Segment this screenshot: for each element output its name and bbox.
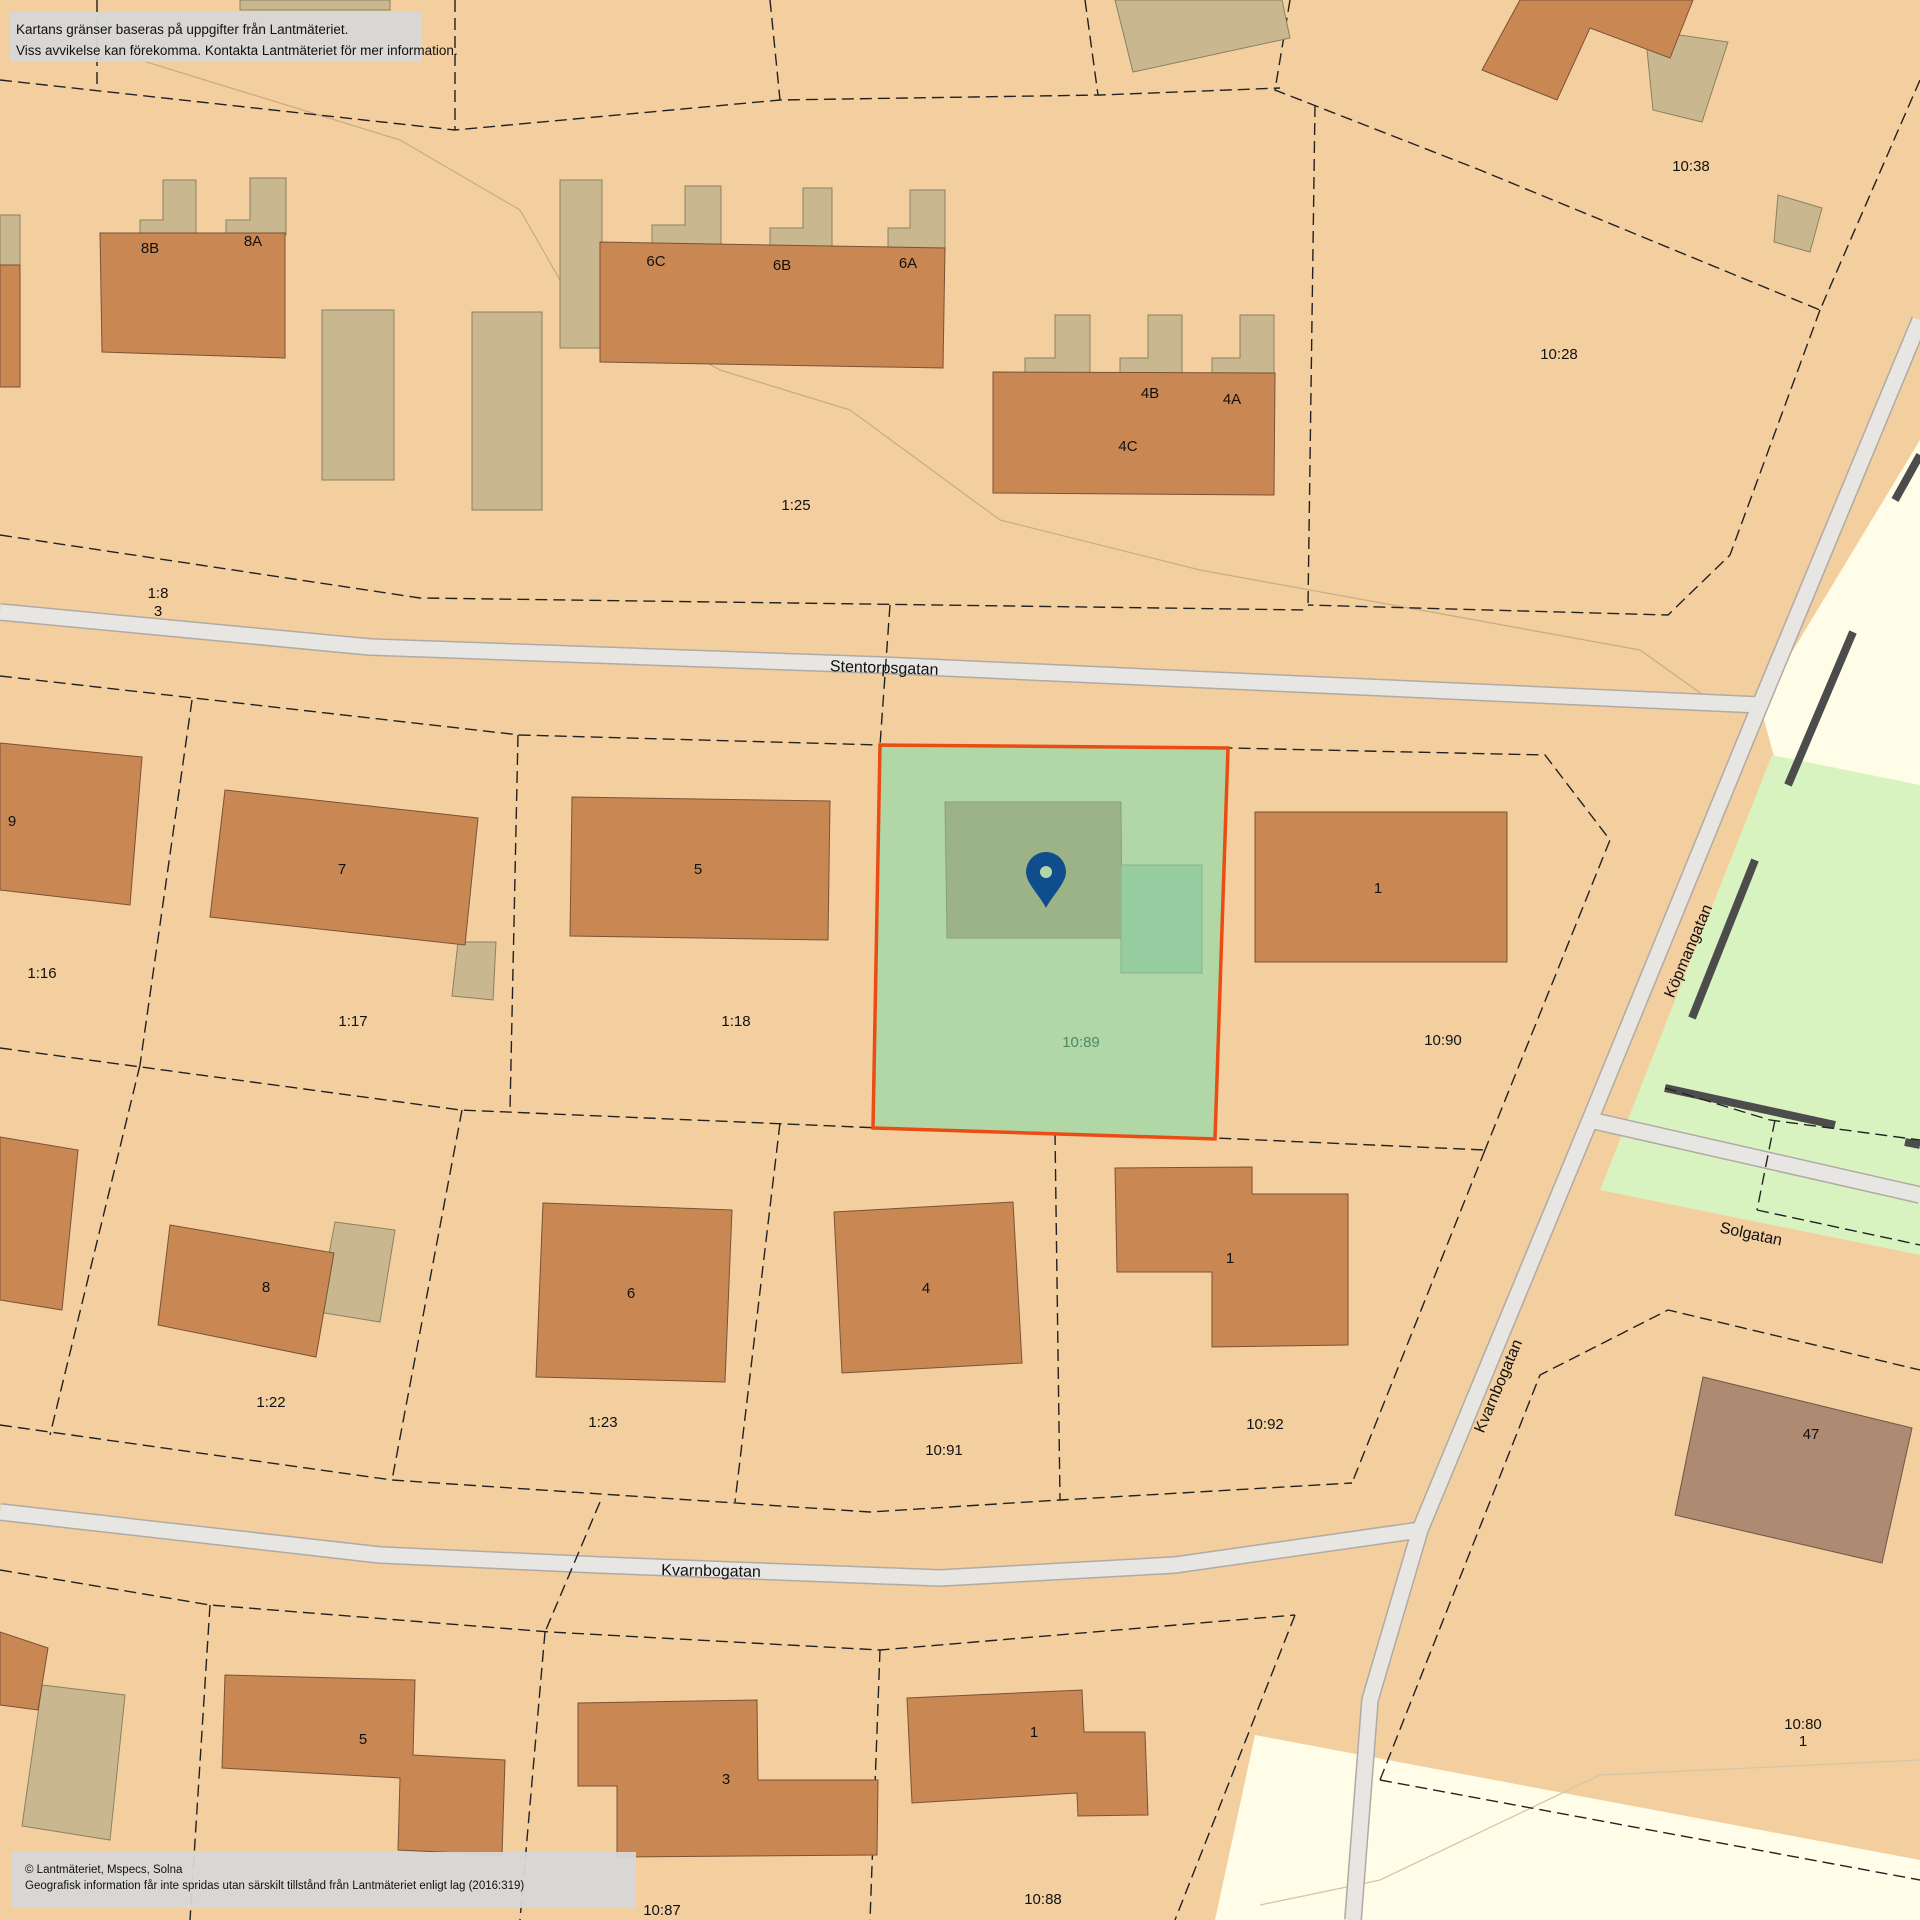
- copyright-line-1: © Lantmäteriet, Mspecs, Solna: [25, 1864, 183, 1876]
- map-disclaimer: Kartans gränser baseras på uppgifter frå…: [10, 12, 458, 62]
- parcel-label-1-8-number: 3: [154, 603, 162, 620]
- parcel-label-10-90: 10:90: [1424, 1032, 1462, 1049]
- disclaimer-line-1: Kartans gränser baseras på uppgifter frå…: [16, 22, 349, 37]
- parcel-label-10-91: 10:91: [925, 1442, 963, 1459]
- house-label-8b: 8B: [141, 240, 159, 257]
- parcel-label-1-23: 1:23: [588, 1414, 617, 1431]
- house-label-4b: 4B: [1141, 385, 1159, 402]
- disclaimer-line-2: Viss avvikelse kan förekomma. Kontakta L…: [16, 43, 458, 58]
- parcel-label-10-80-number: 1: [1799, 1733, 1807, 1750]
- house-label-4a: 4A: [1223, 391, 1241, 408]
- house-label-1-bottom: 1: [1030, 1724, 1038, 1741]
- street-label-kvarnbogatan: Kvarnbogatan: [661, 1562, 761, 1581]
- house-label-47: 47: [1803, 1426, 1820, 1443]
- house-label-6a: 6A: [899, 255, 917, 272]
- house-label-6c: 6C: [646, 253, 665, 270]
- property-map[interactable]: 10:38 10:28 1:25 1:8 3 1:16 1:17 1:18 10…: [0, 0, 1920, 1920]
- house-label-4c: 4C: [1118, 438, 1137, 455]
- selected-outbuilding: [1120, 864, 1203, 974]
- parcel-label-1-17: 1:17: [338, 1013, 367, 1030]
- parcel-label-10-38: 10:38: [1672, 158, 1710, 175]
- parcel-label-10-28: 10:28: [1540, 346, 1578, 363]
- house-label-3-bottom: 3: [722, 1771, 730, 1788]
- house-label-6b: 6B: [773, 257, 791, 274]
- house-label-4: 4: [922, 1280, 930, 1297]
- parcel-label-10-88: 10:88: [1024, 1891, 1062, 1908]
- parcel-label-1-16: 1:16: [27, 965, 56, 982]
- house-label-8a: 8A: [244, 233, 262, 250]
- parcel-label-1-25: 1:25: [781, 497, 810, 514]
- house-label-9: 9: [8, 813, 16, 830]
- parcel-label-10-89: 10:89: [1062, 1034, 1100, 1051]
- house-label-5: 5: [694, 861, 702, 878]
- house-label-6: 6: [627, 1285, 635, 1302]
- parcel-label-10-87: 10:87: [643, 1902, 681, 1919]
- map-copyright: © Lantmäteriet, Mspecs, Solna Geografisk…: [12, 1852, 636, 1908]
- house-label-5-bottom: 5: [359, 1731, 367, 1748]
- house-label-1-right: 1: [1374, 880, 1382, 897]
- parcel-label-1-18: 1:18: [721, 1013, 750, 1030]
- parcel-label-1-22: 1:22: [256, 1394, 285, 1411]
- parcel-label-10-80: 10:80: [1784, 1716, 1822, 1733]
- house-label-7: 7: [338, 861, 346, 878]
- parcel-label-1-8: 1:8: [148, 585, 169, 602]
- house-label-8: 8: [262, 1279, 270, 1296]
- copyright-line-2: Geografisk information får inte spridas …: [25, 1880, 525, 1892]
- house-label-1-lower: 1: [1226, 1250, 1234, 1267]
- parcel-label-10-92: 10:92: [1246, 1416, 1284, 1433]
